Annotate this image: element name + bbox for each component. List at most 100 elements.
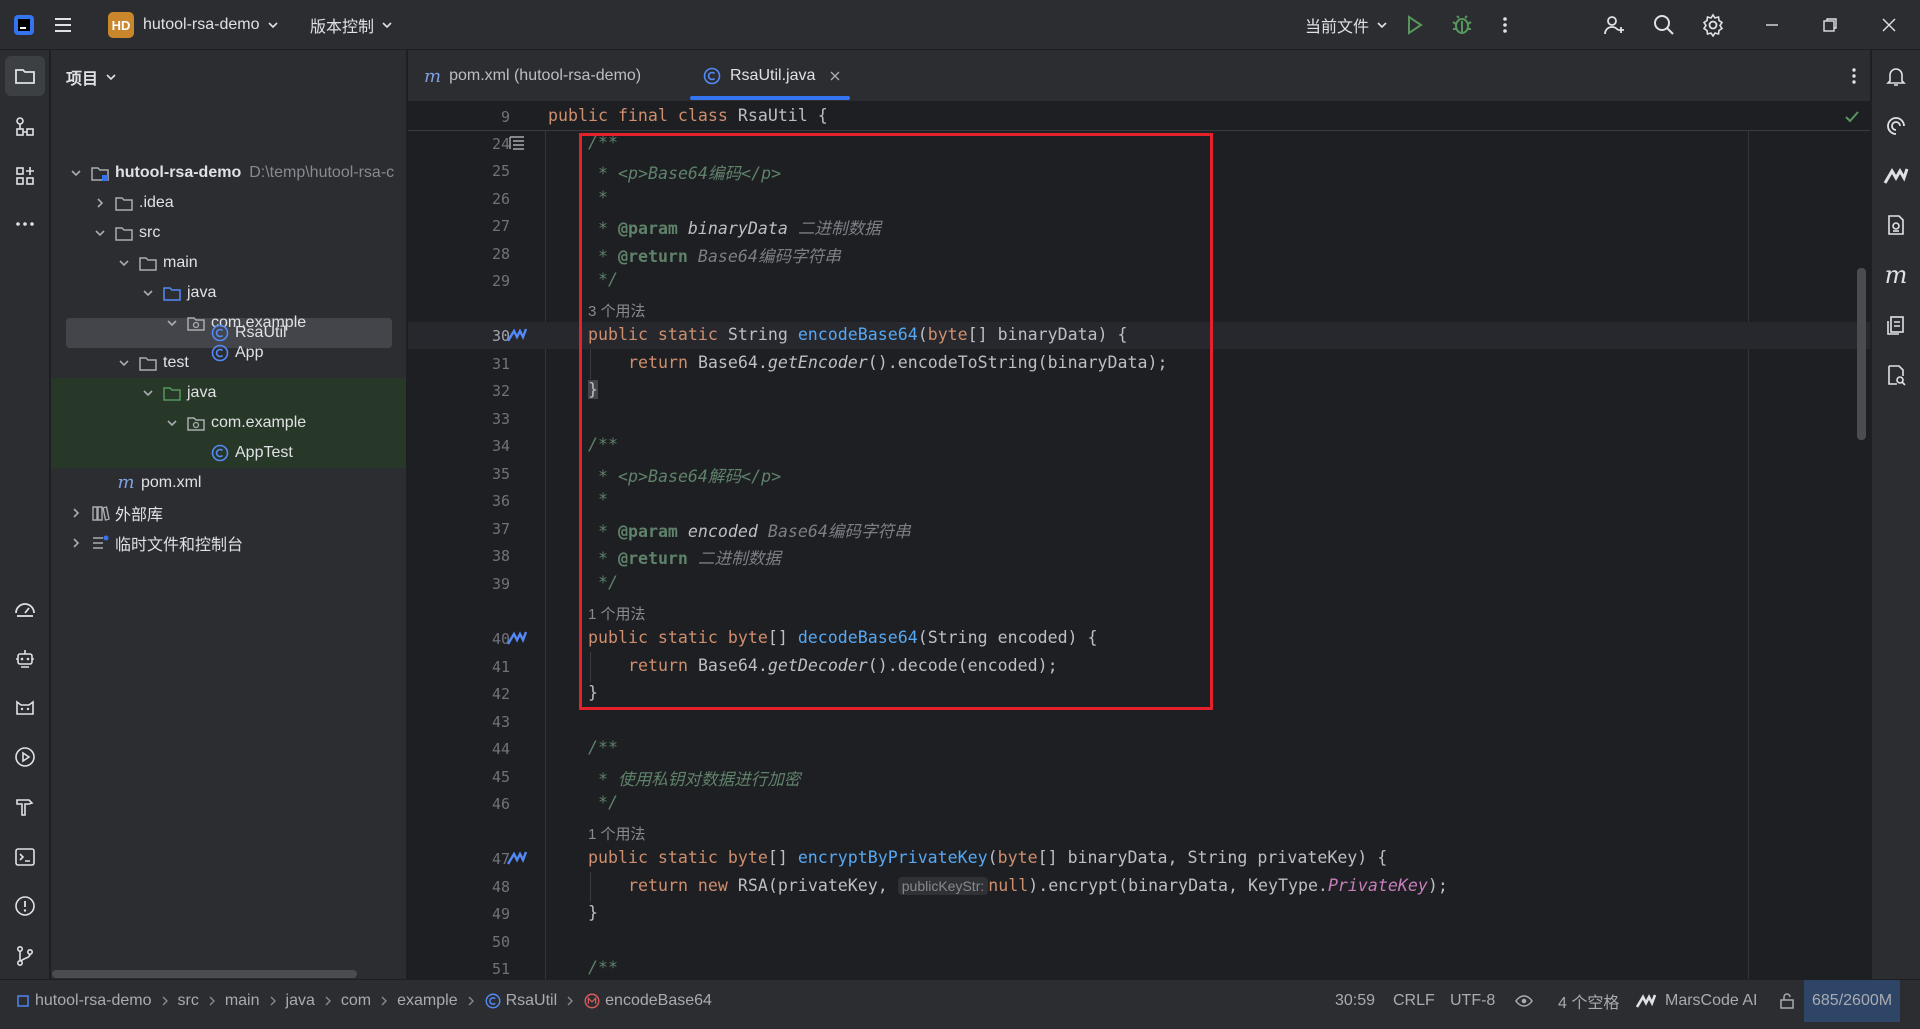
tree-item-java[interactable]: java — [140, 278, 216, 308]
services-robot-icon[interactable] — [5, 638, 45, 678]
highlight-annotation-box — [579, 133, 1213, 710]
close-tab-icon[interactable] — [829, 70, 841, 82]
add-user-icon[interactable] — [1602, 0, 1626, 50]
tree-item-main[interactable]: main — [116, 248, 198, 278]
breadcrumb-item[interactable]: encodeBase64 — [605, 992, 712, 1010]
project-switcher[interactable]: HD hutool-rsa-demo — [108, 0, 280, 50]
usage-hint[interactable]: 1 个用法 — [588, 823, 646, 844]
folder-icon — [139, 357, 157, 371]
chevron-right-icon — [97, 198, 104, 208]
project-name: hutool-rsa-demo — [143, 16, 260, 33]
file-encoding[interactable]: UTF-8 — [1450, 980, 1495, 1022]
line-number: 51 — [491, 960, 510, 978]
tree-item-test-package[interactable]: com.example — [164, 408, 306, 438]
structure-icon[interactable] — [5, 106, 45, 146]
editor-vertical-scrollbar[interactable] — [1857, 268, 1866, 440]
chevron-down-icon — [1375, 18, 1389, 32]
active-tab-indicator — [690, 96, 850, 100]
tree-item-pom[interactable]: m pom.xml — [116, 468, 201, 498]
test-source-folder-icon — [163, 387, 181, 401]
line-number: 27 — [491, 217, 510, 235]
breadcrumb-item[interactable]: com — [341, 992, 371, 1010]
tab-rsautil-java[interactable]: RsaUtil.java — [702, 50, 841, 102]
problems-icon[interactable] — [5, 886, 45, 926]
breadcrumb-item[interactable]: src — [178, 992, 199, 1010]
debug-button[interactable] — [1450, 0, 1474, 50]
plugins-grid-icon[interactable] — [5, 156, 45, 196]
marscode-gutter-icon[interactable] — [506, 630, 528, 646]
tab-pom-xml[interactable]: m pom.xml (hutool-rsa-demo) — [424, 50, 641, 102]
marscode-gutter-icon[interactable] — [506, 327, 528, 343]
git-branch-icon[interactable] — [5, 936, 45, 976]
maven-m-icon: m — [117, 472, 135, 493]
memory-indicator[interactable]: 685/2600M — [1804, 980, 1901, 1022]
caret-position[interactable]: 30:59 — [1335, 980, 1375, 1022]
indent-setting[interactable]: 4 个空格 — [1558, 980, 1619, 1022]
settings-gear-icon[interactable] — [1701, 0, 1725, 50]
vcs-menu[interactable]: 版本控制 — [310, 0, 394, 50]
terminal-icon[interactable] — [5, 837, 45, 877]
chevron-down-icon — [104, 70, 118, 84]
marscode-gutter-icon[interactable] — [506, 850, 528, 866]
readonly-eye-icon[interactable] — [1515, 980, 1533, 1022]
java-class-icon — [211, 324, 229, 342]
build-hammer-icon[interactable] — [5, 787, 45, 827]
breadcrumb-item[interactable]: example — [397, 992, 457, 1010]
copy-docs-icon[interactable] — [1876, 305, 1916, 345]
tree-item-test-java[interactable]: java — [140, 378, 216, 408]
tree-item-label: 外部库 — [115, 507, 164, 524]
more-actions-icon[interactable] — [1495, 0, 1515, 50]
editor-tab-bar: m pom.xml (hutool-rsa-demo) RsaUtil.java — [408, 50, 1870, 102]
project-tool-folder-icon[interactable] — [5, 56, 45, 96]
rendered-doc-toggle-icon[interactable] — [508, 135, 526, 151]
close-window-icon[interactable] — [1880, 0, 1898, 50]
tree-item-rsautil-label[interactable]: RsaUtil — [210, 318, 287, 348]
more-tools-icon[interactable] — [5, 204, 45, 244]
breadcrumb-item[interactable]: RsaUtil — [506, 992, 558, 1010]
project-panel-header[interactable]: 项目 — [66, 65, 118, 89]
cat-plugin-icon[interactable] — [5, 687, 45, 727]
tree-item-scratches[interactable]: 临时文件和控制台 — [68, 528, 243, 558]
marscode-icon[interactable] — [1876, 156, 1916, 196]
run-config-selector[interactable]: 当前文件 — [1305, 0, 1389, 50]
tree-item-external-libs[interactable]: 外部库 — [68, 498, 163, 528]
run-config-label: 当前文件 — [1305, 19, 1370, 36]
java-class-icon — [703, 67, 721, 85]
lock-icon[interactable] — [1778, 980, 1796, 1022]
tree-item-test[interactable]: test — [116, 348, 189, 378]
chevron-right-icon — [73, 508, 80, 518]
database-doc-icon[interactable] — [1876, 205, 1916, 245]
minimize-window-icon[interactable] — [1763, 0, 1781, 50]
run-button[interactable] — [1402, 0, 1426, 50]
main-menu-button[interactable] — [52, 0, 74, 50]
code-editor[interactable]: 9 public final class RsaUtil { 24 25 26 … — [408, 103, 1870, 979]
ai-assistant-spiral-icon[interactable] — [1876, 106, 1916, 146]
breadcrumb-item[interactable]: hutool-rsa-demo — [35, 992, 152, 1010]
maven-tool-icon[interactable]: m — [1876, 255, 1916, 295]
method-icon — [584, 993, 600, 1009]
breadcrumb-item[interactable]: java — [286, 992, 315, 1010]
marscode-ai-status[interactable]: MarsCode AI — [1635, 980, 1757, 1022]
chevron-right-icon — [268, 995, 278, 1007]
search-icon[interactable] — [1652, 0, 1676, 50]
app-logo-icon[interactable] — [12, 0, 36, 50]
tree-item-project-root[interactable]: hutool-rsa-demo D:\temp\hutool-rsa-c — [68, 158, 394, 188]
line-number: 41 — [491, 658, 510, 676]
tree-item-src[interactable]: src — [92, 218, 160, 248]
folder-icon — [115, 197, 133, 211]
tree-item-label: java — [187, 384, 217, 401]
project-horizontal-scrollbar[interactable] — [52, 970, 357, 978]
restore-window-icon[interactable] — [1821, 0, 1839, 50]
notifications-bell-icon[interactable] — [1876, 56, 1916, 96]
doc-search-icon[interactable] — [1876, 355, 1916, 395]
tree-item-apptest[interactable]: AppTest — [210, 438, 293, 468]
run-tool-icon[interactable] — [5, 737, 45, 777]
line-number: 36 — [491, 492, 510, 510]
breadcrumb-item[interactable]: main — [225, 992, 260, 1010]
sticky-class-header[interactable]: 9 public final class RsaUtil { — [408, 103, 1870, 131]
tab-options-icon[interactable] — [1844, 66, 1864, 86]
tree-item-idea[interactable]: .idea — [92, 188, 174, 218]
profiler-gauge-icon[interactable] — [5, 589, 45, 629]
line-ending[interactable]: CRLF — [1393, 980, 1435, 1022]
line-number: 25 — [491, 162, 510, 180]
